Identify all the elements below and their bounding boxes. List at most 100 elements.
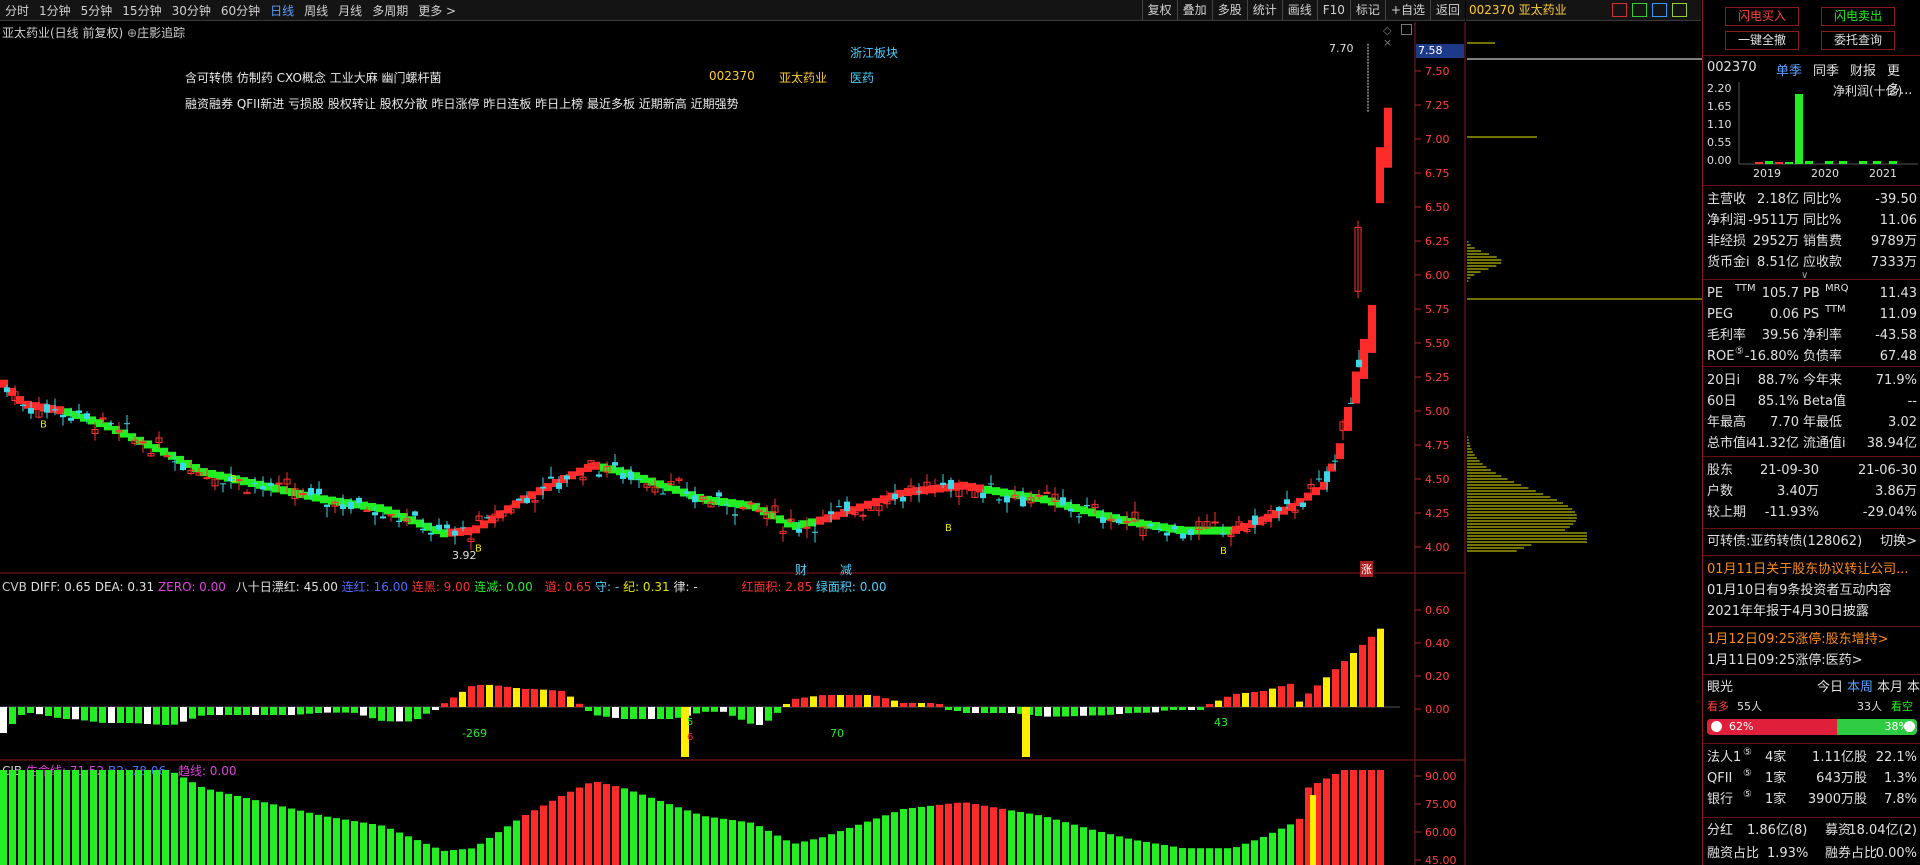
candle-body	[603, 466, 611, 473]
period-monthly[interactable]: 月线	[333, 2, 367, 19]
candle-body	[252, 483, 258, 485]
trend-band-step	[72, 411, 80, 419]
arrow-icon[interactable]	[1652, 3, 1667, 17]
event-item-1[interactable]: 1月12日09:25涨停:股东增持>	[1707, 629, 1917, 650]
cjb-bar	[918, 806, 925, 865]
cvb-bar	[1089, 707, 1096, 716]
candle-body	[467, 538, 475, 543]
chart-icon[interactable]	[1632, 3, 1647, 17]
sentiment-tab-week[interactable]: 本周	[1847, 677, 1873, 698]
trend-band-step	[1288, 503, 1296, 512]
tracker-icon[interactable]: ⊕	[127, 26, 137, 40]
cjb-bar	[585, 783, 592, 865]
sector-label[interactable]: 浙江板块	[850, 44, 898, 61]
flash-sell-button[interactable]: 闪电卖出	[1821, 7, 1895, 26]
flag-icon[interactable]	[1612, 3, 1627, 17]
cancel-all-button[interactable]: 一键全撤	[1725, 31, 1799, 50]
tool-fuquan[interactable]: 复权	[1141, 0, 1177, 20]
reduce-marker[interactable]: 减	[840, 561, 852, 578]
tab-single-quarter[interactable]: 单季	[1776, 60, 1802, 79]
period-1min[interactable]: 1分钟	[34, 2, 76, 19]
period-daily[interactable]: 日线	[265, 2, 299, 19]
cjb-bar	[1107, 834, 1114, 865]
flash-buy-button[interactable]: 闪电买入	[1725, 7, 1799, 26]
cvb-bar	[558, 690, 565, 707]
finance-marker[interactable]: 财	[795, 561, 807, 578]
period-fenshi[interactable]: 分时	[0, 2, 34, 19]
candle-body	[851, 511, 859, 516]
valuation-row: PEG 0.06 PS TTM 11.09	[1707, 304, 1917, 325]
tool-overlay[interactable]: 叠加	[1176, 0, 1212, 20]
cjb-bar	[702, 816, 709, 865]
cjb-bar	[153, 770, 160, 865]
period-weekly[interactable]: 周线	[299, 2, 333, 19]
trend-band-step	[632, 472, 640, 481]
candle-body	[564, 475, 570, 480]
trend-band-step	[272, 484, 280, 493]
cvb-bar	[1107, 707, 1114, 715]
tool-f10[interactable]: F10	[1316, 0, 1350, 20]
cvb-bar	[513, 688, 520, 707]
close-icon[interactable]: ×	[1383, 36, 1392, 49]
news-item-1[interactable]: 01月11日关于股东协议转让公司...	[1707, 559, 1917, 580]
tool-mark[interactable]: 标记	[1349, 0, 1385, 20]
cvb-bar	[567, 696, 574, 707]
leaf-icon[interactable]	[1672, 3, 1687, 17]
candle-body	[1123, 521, 1131, 524]
candle-body	[716, 492, 722, 497]
trend-band-step	[728, 499, 736, 508]
candle-body	[268, 483, 274, 486]
cjb-bar	[603, 784, 610, 865]
sentiment-tab-month[interactable]: 本月	[1877, 677, 1903, 698]
valuation-row: PE TTM 105.7 PB MRQ 11.43	[1707, 283, 1917, 304]
cvb-bar	[972, 707, 979, 713]
entrust-query-button[interactable]: 委托查询	[1821, 31, 1895, 50]
limit-up-marker[interactable]: 涨	[1360, 561, 1373, 577]
sentiment-tab-today[interactable]: 今日	[1817, 677, 1843, 698]
cjb-bar	[90, 770, 97, 865]
tool-multistock[interactable]: 多股	[1211, 0, 1247, 20]
bond-name[interactable]: 可转债:亚药转债(128062)	[1707, 531, 1862, 552]
tracker-label[interactable]: 庄影追踪	[137, 26, 185, 40]
event-item-2[interactable]: 1月11日09:25涨停:医药>	[1707, 650, 1917, 671]
convertible-bond-row[interactable]: 可转债:亚药转债(128062) 切换>	[1707, 531, 1917, 552]
tab-same-quarter[interactable]: 同季	[1813, 60, 1839, 79]
period-multi[interactable]: 多周期	[367, 2, 413, 19]
cjb-bar	[351, 821, 358, 865]
tool-add-watch[interactable]: +自选	[1384, 0, 1430, 20]
overlay-name: 亚太药业	[779, 71, 828, 85]
industry-label[interactable]: 医药	[850, 69, 874, 86]
holder-value: -11.93%	[1764, 505, 1819, 520]
cjb-bar	[855, 824, 862, 865]
tool-draw[interactable]: 画线	[1281, 0, 1317, 20]
trend-band-step	[312, 493, 320, 502]
trend-band-step	[816, 516, 824, 525]
cjb-bar	[252, 800, 259, 865]
period-15min[interactable]: 15分钟	[117, 2, 166, 19]
tab-report[interactable]: 财报	[1850, 60, 1876, 79]
trend-band-step	[0, 379, 8, 388]
period-30min[interactable]: 30分钟	[167, 2, 216, 19]
trend-band-step	[56, 406, 64, 415]
news-item-2[interactable]: 01月10日有9条投资者互动内容	[1707, 580, 1917, 601]
trend-band-step	[24, 400, 32, 409]
holder-label: 户数	[1707, 484, 1734, 499]
bond-switch[interactable]: 切换>	[1880, 531, 1917, 552]
period-more[interactable]: 更多 >	[413, 2, 461, 19]
institution-row: 银行 ⑤ 1家 3900万股 7.8%	[1707, 789, 1917, 810]
sentiment-tab-year[interactable]: 本年	[1907, 677, 1920, 698]
cvb-bar	[1026, 707, 1033, 715]
cvb-bar	[963, 707, 970, 713]
news-item-3[interactable]: 2021年年报于4月30日披露	[1707, 601, 1917, 622]
cvb-bar	[693, 707, 700, 714]
period-5min[interactable]: 5分钟	[76, 2, 118, 19]
tool-stats[interactable]: 统计	[1246, 0, 1282, 20]
window-restore-icon[interactable]	[1401, 24, 1412, 35]
side-stock-code: 002370	[1469, 3, 1515, 17]
perf-value-2: 38.94亿	[1866, 436, 1917, 451]
trend-band-step	[88, 416, 96, 425]
main-axis-label: 7.50	[1425, 65, 1450, 78]
trend-band-step	[440, 529, 448, 538]
tool-back[interactable]: 返回	[1429, 0, 1465, 20]
period-60min[interactable]: 60分钟	[216, 2, 265, 19]
